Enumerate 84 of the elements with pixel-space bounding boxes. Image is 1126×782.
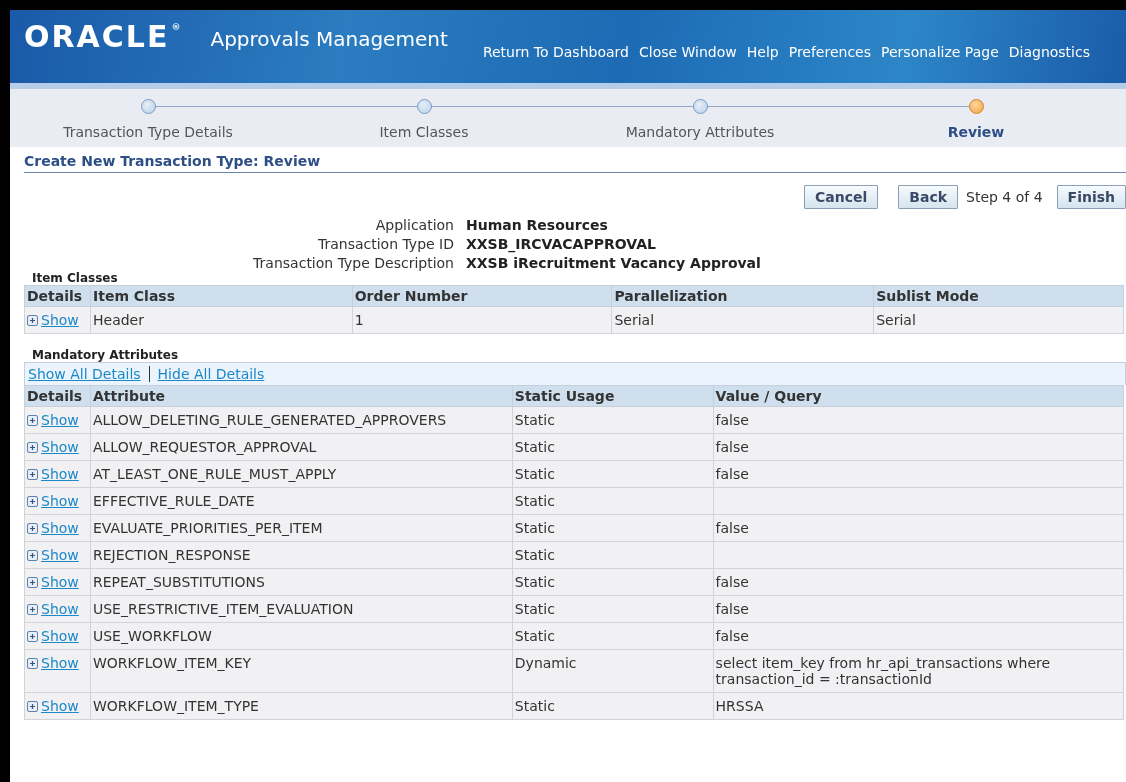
table-cell: Static xyxy=(512,568,714,596)
table-cell: 1 xyxy=(352,306,612,334)
table-cell: WORKFLOW_ITEM_KEY xyxy=(90,649,513,693)
table-cell: false xyxy=(713,514,1124,542)
step-indicator: Step 4 of 4 xyxy=(966,189,1043,205)
section-title: Mandatory Attributes xyxy=(32,348,180,362)
table-cell: WORKFLOW_ITEM_TYPE xyxy=(90,692,513,720)
registered-mark: ® xyxy=(171,22,181,32)
hide-all-details-link[interactable]: Hide All Details xyxy=(157,366,265,382)
table-cell: Static xyxy=(512,433,714,461)
expand-icon[interactable] xyxy=(27,441,38,453)
field-label: Application xyxy=(374,217,454,233)
column-header: Sublist Mode xyxy=(873,285,1124,307)
expand-icon[interactable] xyxy=(27,549,38,561)
table-cell: REPEAT_SUBSTITUTIONS xyxy=(90,568,513,596)
expand-icon[interactable] xyxy=(27,630,38,642)
table-cell: ALLOW_REQUESTOR_APPROVAL xyxy=(90,433,513,461)
field-label: Transaction Type ID xyxy=(316,236,454,252)
table-cell: Static xyxy=(512,514,714,542)
column-header: Attribute xyxy=(90,385,513,407)
column-header: Static Usage xyxy=(512,385,714,407)
table-cell: Static xyxy=(512,622,714,650)
table-cell: REJECTION_RESPONSE xyxy=(90,541,513,569)
table-cell: false xyxy=(713,433,1124,461)
header-link[interactable]: Help xyxy=(746,44,779,60)
column-header: Details xyxy=(24,385,91,407)
table-cell: Serial xyxy=(873,306,1124,334)
table-cell: Static xyxy=(512,406,714,434)
table-cell: Static xyxy=(512,460,714,488)
table-cell: USE_RESTRICTIVE_ITEM_EVALUATION xyxy=(90,595,513,623)
step-label[interactable]: Transaction Type Details xyxy=(63,124,233,140)
section-title: Item Classes xyxy=(32,271,119,285)
finish-button[interactable]: Finish xyxy=(1056,185,1126,209)
table-cell: USE_WORKFLOW xyxy=(90,622,513,650)
cancel-button[interactable]: Cancel xyxy=(804,185,879,209)
field-label: Transaction Type Description xyxy=(252,255,454,271)
header-link[interactable]: Preferences xyxy=(788,44,872,60)
expand-icon[interactable] xyxy=(27,414,38,426)
table-cell: false xyxy=(713,622,1124,650)
table-cell: false xyxy=(713,568,1124,596)
field-value: Human Resources xyxy=(466,217,609,233)
field-value: XXSB_IRCVACAPPROVAL xyxy=(466,236,657,252)
column-header: Order Number xyxy=(352,285,612,307)
table-cell: false xyxy=(713,460,1124,488)
table-cell: Static xyxy=(512,487,714,515)
table-cell: AT_LEAST_ONE_RULE_MUST_APPLY xyxy=(90,460,513,488)
table-cell: ALLOW_DELETING_RULE_GENERATED_APPROVERS xyxy=(90,406,513,434)
table-cell: Header xyxy=(90,306,353,334)
table-cell: false xyxy=(713,595,1124,623)
expand-icon[interactable] xyxy=(27,576,38,588)
header-link[interactable]: Close Window xyxy=(638,44,737,60)
table-cell: HRSSA xyxy=(713,692,1124,720)
expand-icon[interactable] xyxy=(27,657,38,669)
step-label[interactable]: Review xyxy=(947,124,1005,140)
column-header: Value / Query xyxy=(713,385,1124,407)
expand-icon[interactable] xyxy=(27,468,38,480)
table-cell: select item_key from hr_api_transactions where transaction_id = :transactionId xyxy=(713,649,1124,693)
expand-icon[interactable] xyxy=(27,700,38,712)
expand-icon[interactable] xyxy=(27,314,38,326)
header-link[interactable]: Return To Dashboard xyxy=(482,44,629,60)
back-button[interactable]: Back xyxy=(898,185,958,209)
table-cell: Dynamic xyxy=(512,649,714,693)
oracle-logo: ORACLE xyxy=(24,22,170,52)
field-value: XXSB iRecruitment Vacancy Approval xyxy=(466,255,762,271)
header-link[interactable]: Personalize Page xyxy=(881,44,999,60)
table-cell: EFFECTIVE_RULE_DATE xyxy=(90,487,513,515)
expand-icon[interactable] xyxy=(27,522,38,534)
table-cell: Static xyxy=(512,541,714,569)
column-header: Details xyxy=(24,285,91,307)
show-all-details-link[interactable]: Show All Details xyxy=(28,366,141,382)
app-title: Approvals Management xyxy=(210,27,448,51)
step-label[interactable]: Item Classes xyxy=(379,124,469,140)
step-label[interactable]: Mandatory Attributes xyxy=(625,124,775,140)
expand-icon[interactable] xyxy=(27,603,38,615)
expand-icon[interactable] xyxy=(27,495,38,507)
column-header: Item Class xyxy=(90,285,353,307)
table-cell: Serial xyxy=(611,306,874,334)
table-cell: Static xyxy=(512,692,714,720)
page-title: Create New Transaction Type: Review xyxy=(24,153,1126,173)
table-cell: EVALUATE_PRIORITIES_PER_ITEM xyxy=(90,514,513,542)
header-link[interactable]: Diagnostics xyxy=(1008,44,1090,60)
column-header: Parallelization xyxy=(611,285,874,307)
table-cell: false xyxy=(713,406,1124,434)
table-cell: Static xyxy=(512,595,714,623)
